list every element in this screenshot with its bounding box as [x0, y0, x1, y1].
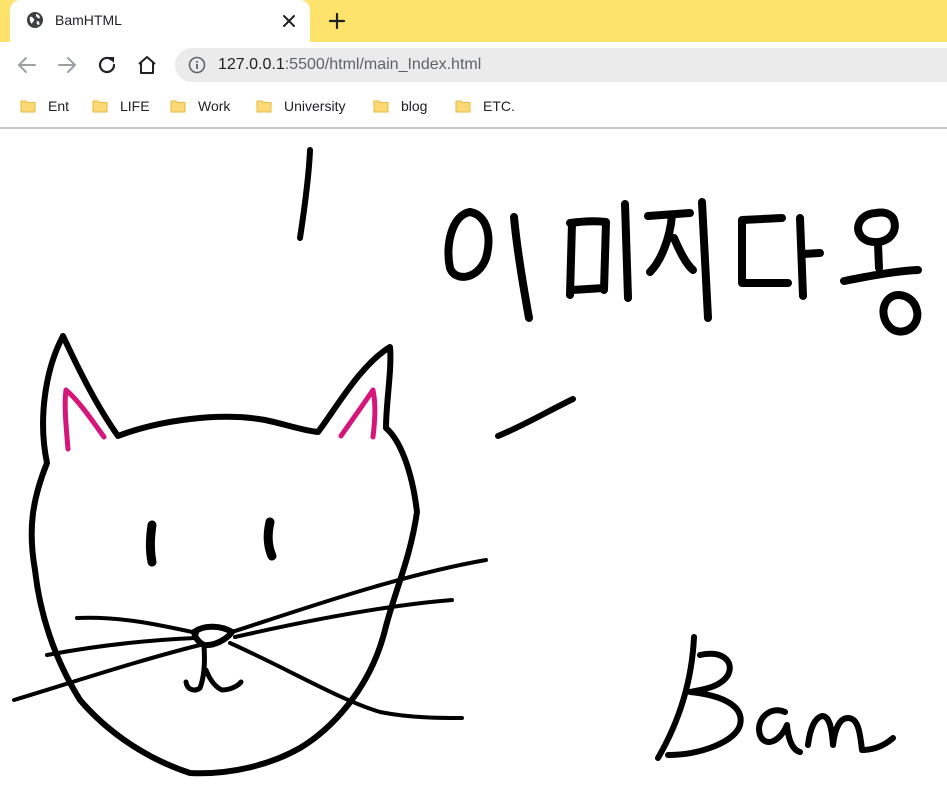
- navigation-toolbar: 127.0.0.1:5500/html/main_Index.html: [0, 42, 947, 88]
- close-icon[interactable]: [280, 12, 298, 30]
- cat-whiskers: [12, 558, 488, 720]
- bookmark-label: Ent: [48, 98, 70, 114]
- arrow-left-icon[interactable]: [15, 53, 39, 77]
- signature-handwriting: [655, 634, 896, 761]
- speech-text-handwriting: [444, 198, 922, 336]
- cat-head-outline: [28, 333, 420, 777]
- bookmark-ent[interactable]: Ent: [20, 95, 69, 117]
- active-tab[interactable]: BamHTML: [10, 0, 310, 42]
- folder-icon: [170, 100, 186, 113]
- reload-icon[interactable]: [95, 53, 119, 77]
- home-icon[interactable]: [135, 53, 159, 77]
- browser-window: BamHTML 127.0.0.1:5500/html/main_Index.h…: [0, 0, 947, 791]
- arrow-right-icon[interactable]: [55, 53, 79, 77]
- speech-mark-top: [297, 147, 313, 241]
- cat-mouth: [183, 643, 244, 693]
- bookmark-university[interactable]: University: [256, 95, 345, 117]
- folder-icon: [455, 100, 471, 113]
- tab-title: BamHTML: [55, 12, 122, 28]
- bookmark-label: Work: [198, 98, 231, 114]
- bookmark-etc[interactable]: ETC.: [455, 95, 515, 117]
- info-icon[interactable]: [188, 56, 206, 74]
- bookmark-label: University: [284, 98, 346, 114]
- cat-eye-left: [146, 520, 157, 567]
- folder-icon: [256, 100, 272, 113]
- bookmark-life[interactable]: LIFE: [92, 95, 150, 117]
- speech-mark-side: [495, 396, 576, 439]
- address-bar[interactable]: 127.0.0.1:5500/html/main_Index.html: [175, 48, 947, 82]
- plus-icon[interactable]: [326, 10, 348, 32]
- cat-eye-right: [263, 517, 277, 561]
- bookmark-label: LIFE: [120, 98, 150, 114]
- cat-drawing-image: [12, 147, 922, 777]
- bookmark-label: blog: [401, 98, 428, 114]
- bookmark-blog[interactable]: blog: [373, 95, 427, 117]
- globe-icon: [27, 12, 43, 28]
- page-content: [0, 129, 947, 791]
- tab-strip: BamHTML: [0, 0, 947, 42]
- folder-icon: [373, 100, 389, 113]
- url-path: :5500/html/main_Index.html: [284, 56, 482, 73]
- url-text: 127.0.0.1:5500/html/main_Index.html: [218, 56, 481, 74]
- bookmark-work[interactable]: Work: [170, 95, 230, 117]
- bookmarks-bar: Ent LIFE Work University blog ETC.: [0, 88, 947, 129]
- folder-icon: [20, 100, 36, 113]
- folder-icon: [92, 100, 108, 113]
- cat-nose: [191, 623, 235, 649]
- bookmark-label: ETC.: [483, 98, 515, 114]
- url-host: 127.0.0.1: [218, 56, 285, 73]
